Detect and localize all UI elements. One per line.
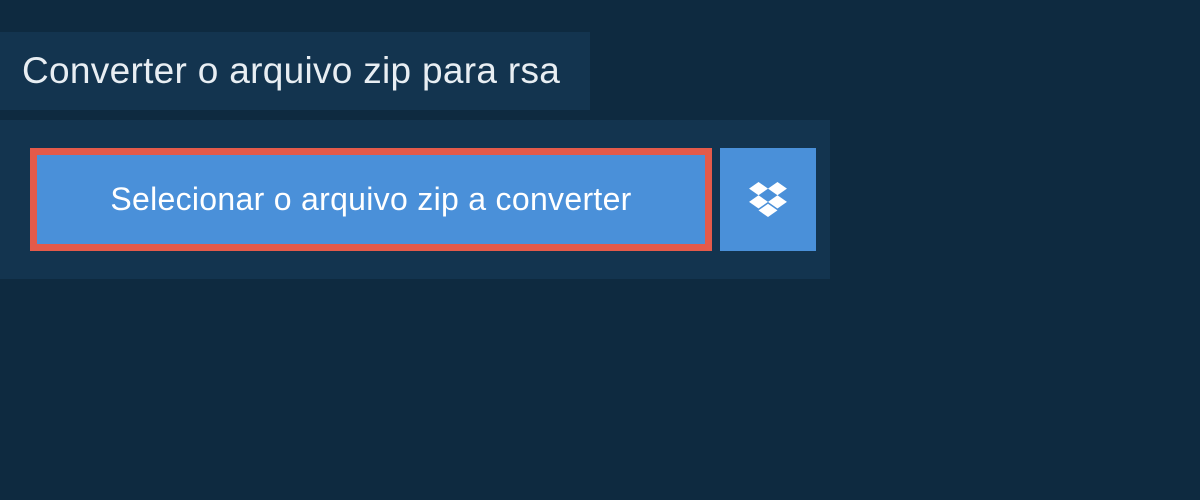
button-row: Selecionar o arquivo zip a converter [30,148,800,251]
page-title: Converter o arquivo zip para rsa [22,50,560,92]
page-header: Converter o arquivo zip para rsa [0,32,590,110]
dropbox-button[interactable] [720,148,816,251]
select-file-button[interactable]: Selecionar o arquivo zip a converter [30,148,712,251]
dropbox-icon [749,182,787,218]
upload-panel: Selecionar o arquivo zip a converter [0,120,830,279]
